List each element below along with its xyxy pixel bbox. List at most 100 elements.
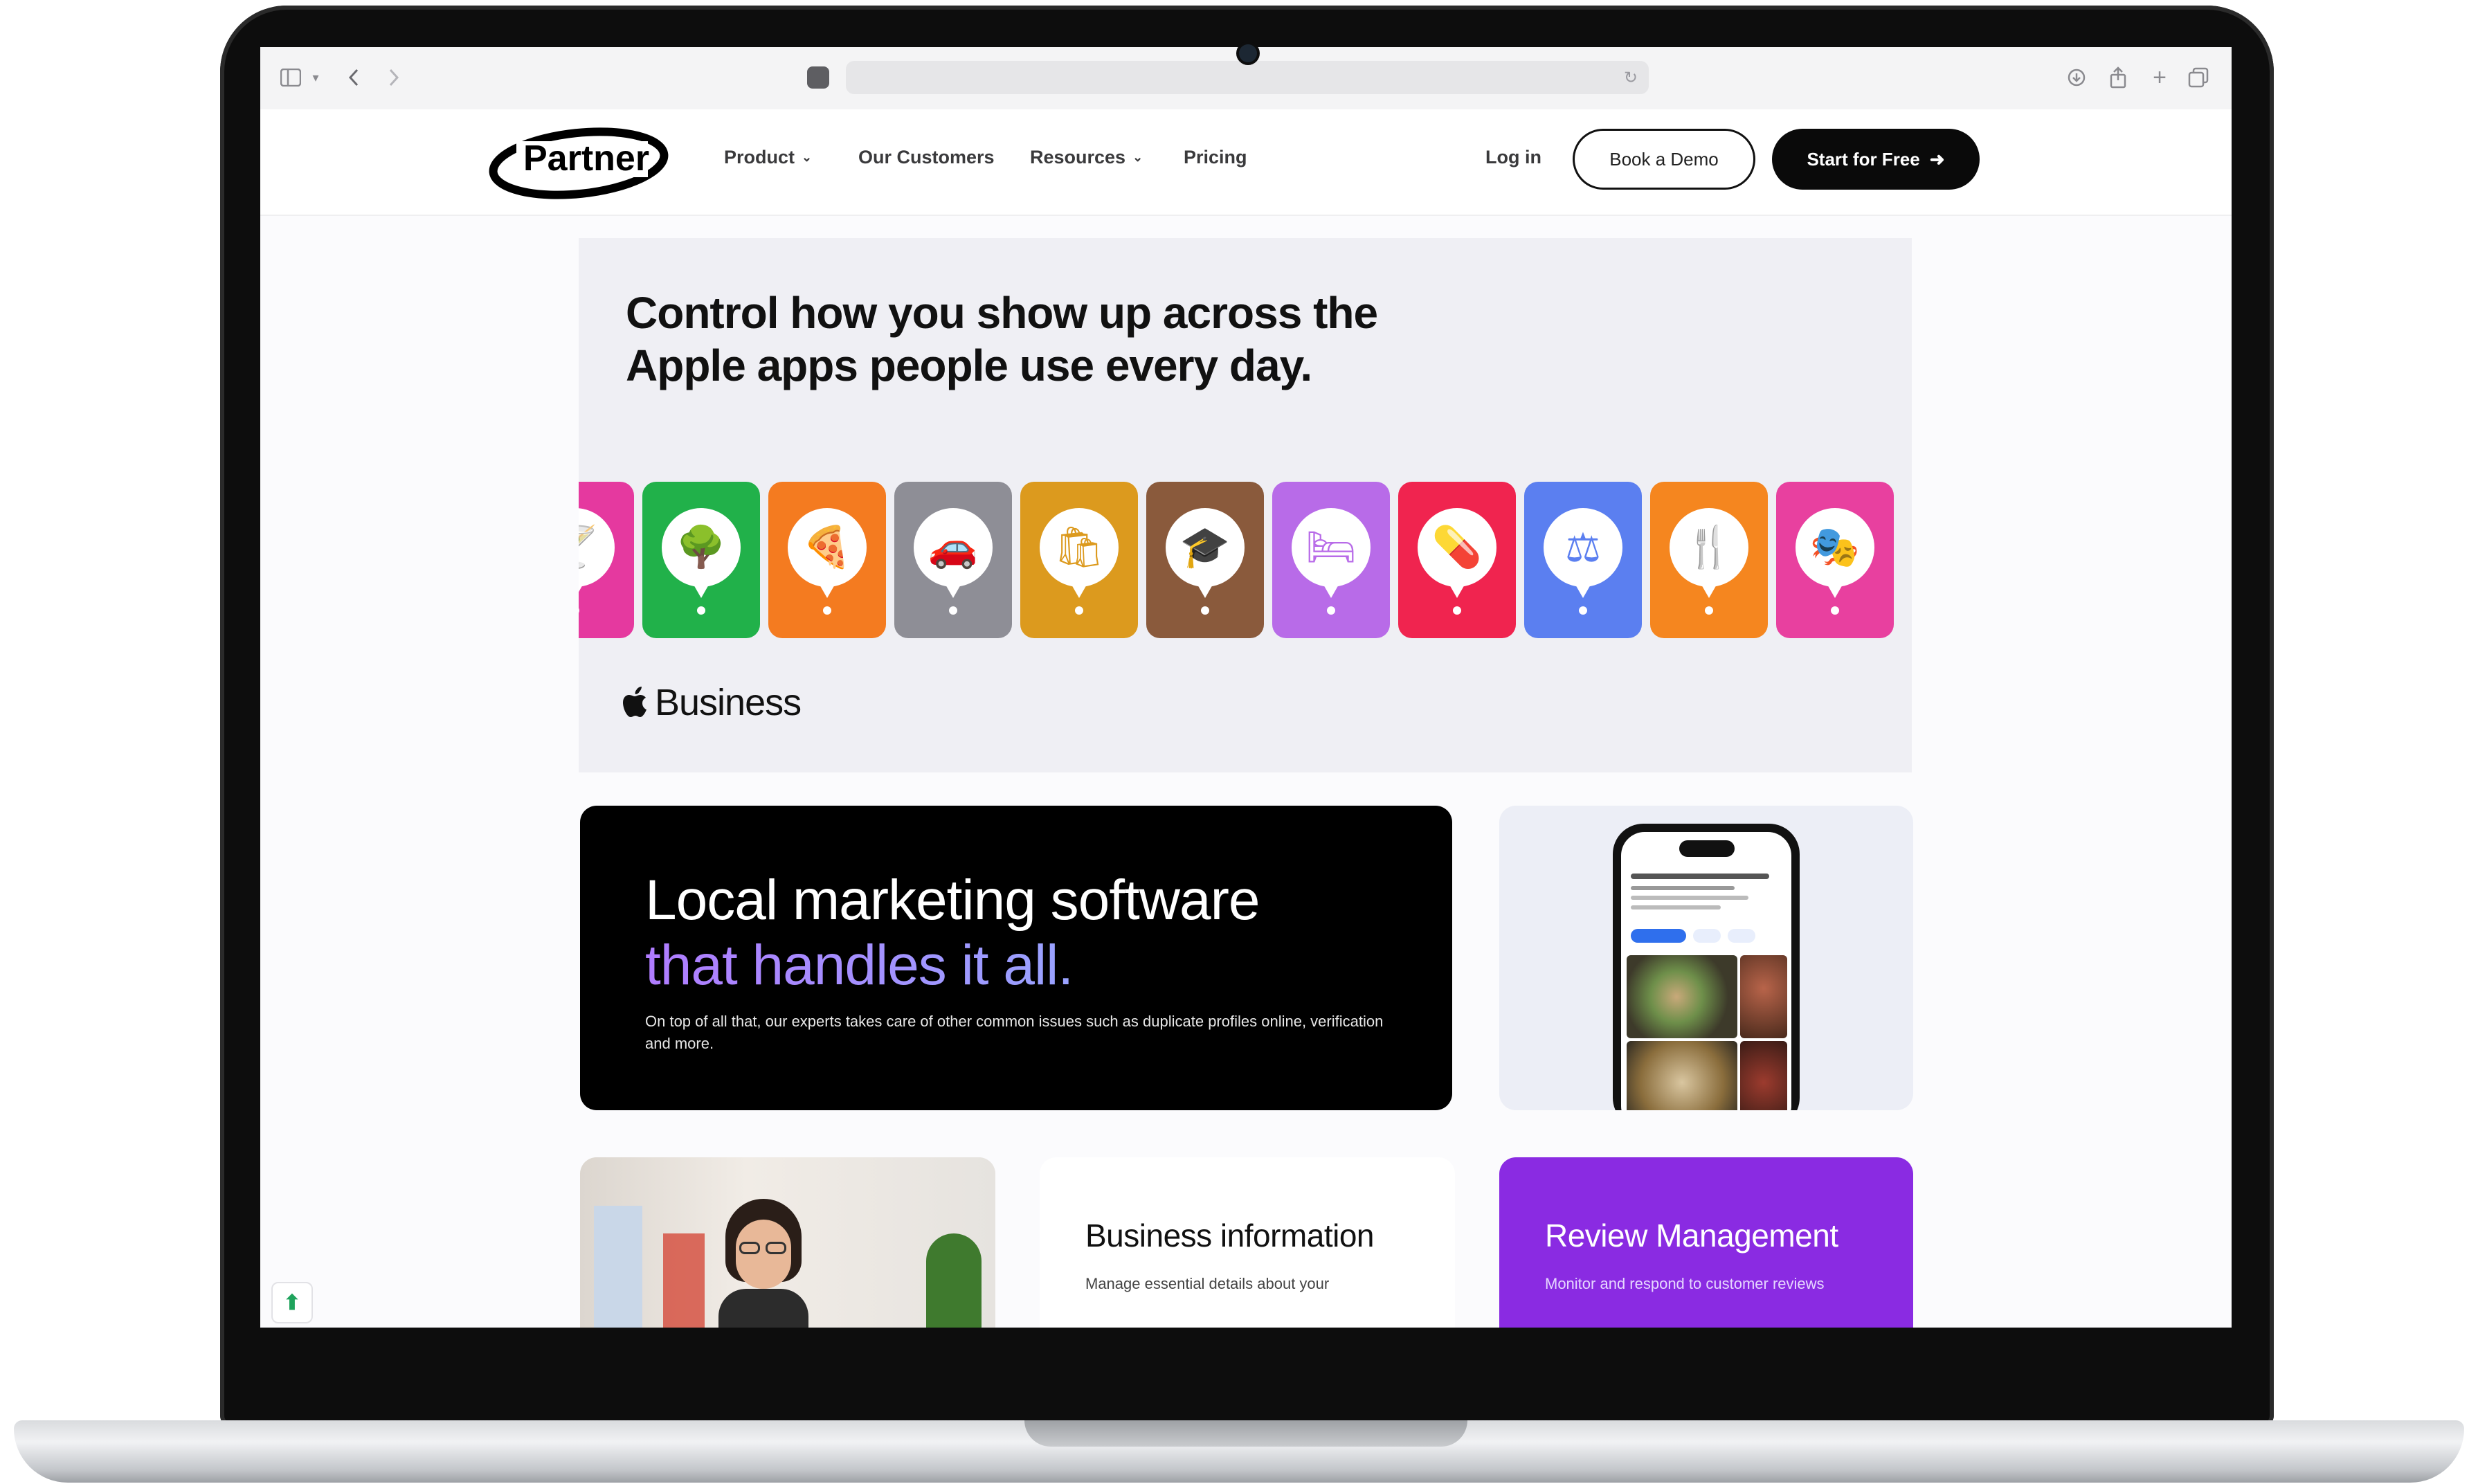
chevron-down-icon: ⌄	[802, 150, 813, 164]
apple-business-word: Business	[655, 682, 802, 723]
theater-mask-icon: 🎭	[1796, 508, 1874, 587]
pin-tail	[1068, 579, 1090, 598]
sidebar-menu-chevron-icon[interactable]: ▾	[309, 61, 323, 94]
page-content: Control how you show up across the Apple…	[260, 216, 2232, 1328]
share-icon[interactable]	[2104, 61, 2132, 94]
pill-icon: 💊	[1418, 508, 1496, 587]
apple-banner-headline: Control how you show up across the Apple…	[626, 287, 1456, 392]
review-management-card[interactable]: Review Management Monitor and respond to…	[1499, 1157, 1913, 1328]
forward-icon[interactable]	[382, 61, 406, 94]
nav-pricing[interactable]: Pricing	[1184, 147, 1247, 168]
nav-resources-label: Resources	[1030, 147, 1126, 168]
fork-knife-icon: 🍴	[1670, 508, 1748, 587]
book-demo-label: Book a Demo	[1609, 148, 1719, 170]
site-header: Partner Product ⌄ Our Customers Resource…	[260, 109, 2232, 216]
pin-tail	[579, 579, 586, 598]
nav-our-customers[interactable]: Our Customers	[858, 147, 995, 168]
phone-preview-card	[1499, 806, 1913, 1110]
category-tile-car: 🚗	[894, 482, 1012, 638]
pin-tail	[1446, 579, 1468, 598]
apple-logo-icon	[623, 687, 646, 717]
arrow-right-icon: ➜	[1929, 148, 1945, 170]
pin-dot	[1579, 606, 1587, 615]
apple-business-banner: Control how you show up across the Apple…	[579, 238, 1912, 772]
nav-our-customers-label: Our Customers	[858, 147, 995, 168]
pin-dot	[1327, 606, 1335, 615]
phone-mockup	[1613, 824, 1800, 1110]
nav-pricing-label: Pricing	[1184, 147, 1247, 168]
category-tile-theater-mask: 🎭	[1776, 482, 1894, 638]
category-tile-park: 🌳	[642, 482, 760, 638]
chevron-down-icon: ⌄	[1132, 150, 1143, 164]
graduation-cap-icon: 🎓	[1166, 508, 1245, 587]
partner-logo[interactable]: Partner	[489, 125, 673, 199]
business-info-title: Business information	[1085, 1218, 1374, 1254]
login-link[interactable]: Log in	[1485, 147, 1541, 168]
bed-icon: 🛏	[1292, 508, 1371, 587]
category-tile-pill: 💊	[1398, 482, 1516, 638]
scales-icon: ⚖	[1544, 508, 1622, 587]
nav-product[interactable]: Product ⌄	[724, 147, 812, 168]
category-tile-scales: ⚖	[1524, 482, 1642, 638]
new-tab-icon[interactable]: +	[2146, 61, 2173, 94]
pin-dot	[697, 606, 705, 615]
category-tile-pizza: 🍕	[768, 482, 886, 638]
pin-dot	[1453, 606, 1461, 615]
pin-tail	[942, 579, 964, 598]
tab-favicon-icon[interactable]	[807, 66, 829, 89]
category-tile-shopping-bag: 🛍	[1020, 482, 1138, 638]
pin-dot	[1705, 606, 1713, 615]
pin-dot	[1201, 606, 1209, 615]
cocktail-icon: 🍸	[579, 508, 615, 587]
pin-tail	[1320, 579, 1342, 598]
pin-tail	[1824, 579, 1846, 598]
reload-icon[interactable]: ↻	[1624, 68, 1638, 88]
shopping-bag-icon: 🛍	[1040, 508, 1119, 587]
nav-resources[interactable]: Resources ⌄	[1030, 147, 1143, 168]
category-tile-cocktail: 🍸	[579, 482, 634, 638]
category-tile-graduation-cap: 🎓	[1146, 482, 1264, 638]
apple-business-logo: Business	[623, 681, 802, 724]
accessibility-widget-button[interactable]: ⬆	[271, 1282, 313, 1323]
start-free-label: Start for Free	[1807, 148, 1920, 170]
hero-subtitle: On top of all that, our experts takes ca…	[645, 1013, 1384, 1052]
apple-headline-line1: Control how you show up across the	[626, 288, 1378, 338]
book-demo-button[interactable]: Book a Demo	[1573, 129, 1755, 190]
pin-tail	[690, 579, 712, 598]
business-information-card[interactable]: Business information Manage essential de…	[1040, 1157, 1455, 1328]
svg-text:Partner: Partner	[523, 138, 649, 179]
address-bar[interactable]: ↻	[846, 61, 1649, 94]
review-management-title: Review Management	[1545, 1218, 1838, 1254]
person-photo-card	[580, 1157, 995, 1328]
phone-screen	[1621, 832, 1791, 1110]
pin-dot	[949, 606, 957, 615]
login-label: Log in	[1485, 147, 1541, 168]
pin-dot	[1075, 606, 1083, 615]
business-info-subtitle: Manage essential details about your	[1085, 1275, 1330, 1292]
pin-tail	[816, 579, 838, 598]
pin-dot	[1831, 606, 1839, 615]
webcam	[1239, 44, 1257, 62]
person-photo	[718, 1199, 808, 1328]
nav-product-label: Product	[724, 147, 795, 168]
hero-title: Local marketing software that handles it…	[645, 868, 1260, 998]
apple-headline-line2: Apple apps people use every day.	[626, 341, 1312, 390]
category-tile-bed: 🛏	[1272, 482, 1390, 638]
laptop-screen: ▾ ↻ + Partner Product ⌄ Our Customers Re…	[260, 47, 2232, 1328]
sidebar-toggle-icon[interactable]	[277, 61, 305, 94]
car-icon: 🚗	[914, 508, 993, 587]
category-tile-fork-knife: 🍴	[1650, 482, 1768, 638]
pin-dot	[823, 606, 831, 615]
hero-card: Local marketing software that handles it…	[580, 806, 1452, 1110]
maps-category-icon-row: 🍸 🌳 🍕 🚗 🛍 🎓 🛏 💊 ⚖ 🍴 🎭	[579, 482, 1912, 638]
tab-overview-icon[interactable]	[2185, 61, 2212, 94]
review-management-subtitle: Monitor and respond to customer reviews	[1545, 1275, 1825, 1292]
accessibility-icon: ⬆	[283, 1291, 301, 1314]
pin-tail	[1698, 579, 1720, 598]
pizza-icon: 🍕	[788, 508, 867, 587]
hero-title-line2: that handles it all.	[645, 933, 1260, 998]
hero-title-line1: Local marketing software	[645, 869, 1260, 932]
start-free-button[interactable]: Start for Free ➜	[1772, 129, 1980, 190]
download-icon[interactable]	[2063, 61, 2090, 94]
back-icon[interactable]	[342, 61, 365, 94]
